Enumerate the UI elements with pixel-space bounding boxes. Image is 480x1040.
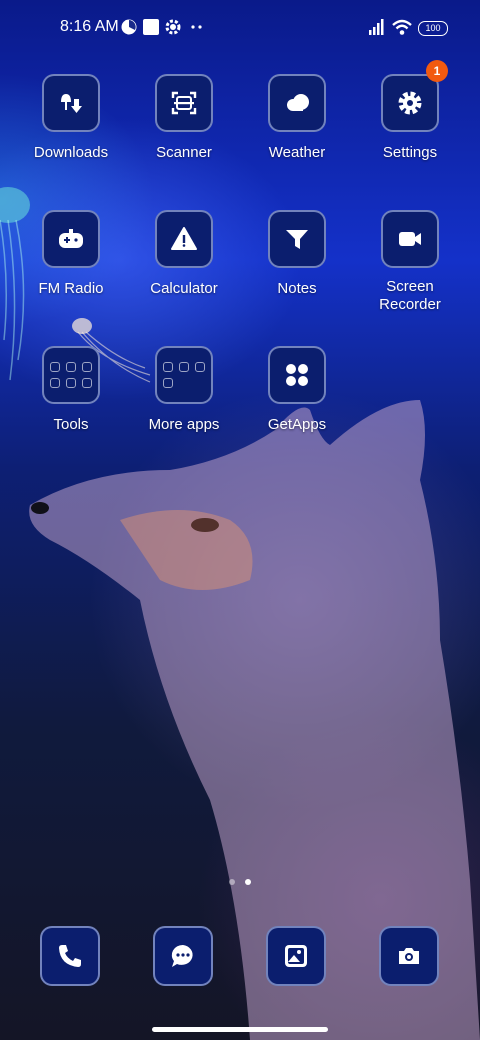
clock: 8:16 AM: [60, 18, 119, 35]
radio-icon: [59, 229, 83, 248]
app-screen-recorder[interactable]: Screen Recorder: [354, 210, 466, 314]
gallery-icon: [285, 945, 307, 967]
dock-phone[interactable]: [14, 926, 126, 986]
page-dot[interactable]: [229, 879, 235, 885]
getapps-icon: [286, 364, 308, 386]
battery-icon: 100: [418, 21, 448, 36]
app-label: GetApps: [267, 416, 327, 433]
app-label: More apps: [148, 416, 220, 433]
home-indicator[interactable]: [152, 1027, 328, 1032]
wifi-icon: [392, 19, 412, 35]
app-getapps[interactable]: GetApps: [241, 346, 353, 434]
phone-icon: [59, 945, 81, 967]
app-fm-radio[interactable]: FM Radio: [15, 210, 127, 298]
page-dot-active[interactable]: [245, 879, 251, 885]
folder-tools[interactable]: Tools: [15, 346, 127, 434]
app-label: Calculator: [150, 280, 218, 297]
more-dots-icon: [191, 25, 202, 29]
gear-icon: [165, 19, 181, 35]
folder-icon: [50, 362, 92, 388]
weather-icon: [287, 94, 309, 111]
dock-gallery[interactable]: [240, 926, 352, 986]
calculator-icon: [171, 227, 197, 250]
app-label: Weather: [268, 144, 326, 161]
app-label: Downloads: [33, 144, 109, 161]
camera-icon: [399, 948, 419, 964]
app-notes[interactable]: Notes: [241, 210, 353, 298]
app-label: Scanner: [156, 144, 212, 161]
scanner-icon: [171, 91, 197, 115]
app-label: Tools: [53, 416, 89, 433]
app-label: Screen Recorder: [379, 278, 441, 313]
status-bar: 8:16 AM 100: [0, 0, 480, 56]
gear-icon: [398, 91, 422, 115]
dock-messages[interactable]: [127, 926, 239, 986]
app-label: Settings: [382, 144, 438, 161]
app-weather[interactable]: Weather: [241, 74, 353, 162]
downloads-icon: [61, 94, 82, 113]
dock-camera[interactable]: [353, 926, 465, 986]
app-label: Notes: [277, 280, 317, 297]
folder-more-apps[interactable]: More apps: [128, 346, 240, 434]
messages-icon: [171, 944, 193, 967]
page-indicator: [229, 879, 251, 885]
app-settings[interactable]: 1 Settings: [354, 60, 466, 162]
pie-indicator-icon: [121, 19, 137, 35]
signal-icon: [369, 19, 384, 35]
app-downloads[interactable]: Downloads: [15, 74, 127, 162]
notification-badge: 1: [426, 60, 448, 82]
square-notification-icon: [143, 19, 159, 35]
notes-icon: [286, 230, 308, 249]
app-scanner[interactable]: Scanner: [128, 74, 240, 162]
app-label: FM Radio: [38, 280, 104, 297]
app-calculator[interactable]: Calculator: [128, 210, 240, 298]
folder-icon: [163, 362, 205, 388]
video-icon: [399, 232, 421, 246]
